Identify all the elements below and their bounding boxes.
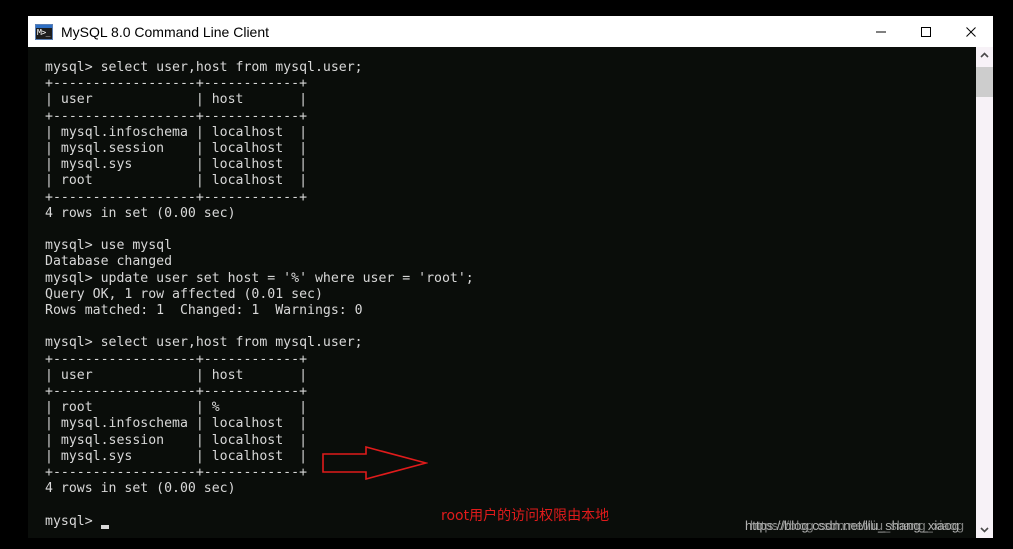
annotation-arrow-icon [322, 446, 428, 480]
close-button[interactable] [948, 16, 993, 47]
maximize-button[interactable] [903, 16, 948, 47]
watermark: https://blog.csdn.net/liu_shang_xiaog ht… [745, 518, 964, 533]
scroll-up-icon[interactable] [976, 47, 993, 64]
scroll-down-icon[interactable] [976, 521, 993, 538]
minimize-button[interactable] [858, 16, 903, 47]
console-icon: M>_ [35, 23, 53, 40]
window-title: MySQL 8.0 Command Line Client [61, 23, 270, 40]
watermark-text-duplicate: https://blog.csdn.net/liu_shang_xiaog [750, 518, 964, 533]
scrollbar-thumb[interactable] [976, 67, 993, 97]
annotation-text: root用户的访问权限由本地 修改为远程访问权限 [441, 451, 609, 538]
window-controls [858, 16, 993, 47]
terminal-cursor [100, 524, 109, 529]
mysql-client-window: M>_ MySQL 8.0 Command Line Client mysql>… [28, 16, 993, 538]
console-icon-glyph: M>_ [37, 27, 50, 37]
window-titlebar[interactable]: M>_ MySQL 8.0 Command Line Client [28, 16, 993, 47]
vertical-scrollbar[interactable] [976, 47, 993, 538]
annotation-line-1: root用户的访问权限由本地 [441, 508, 610, 524]
terminal-output-area[interactable]: mysql> select user,host from mysql.user;… [28, 47, 976, 538]
